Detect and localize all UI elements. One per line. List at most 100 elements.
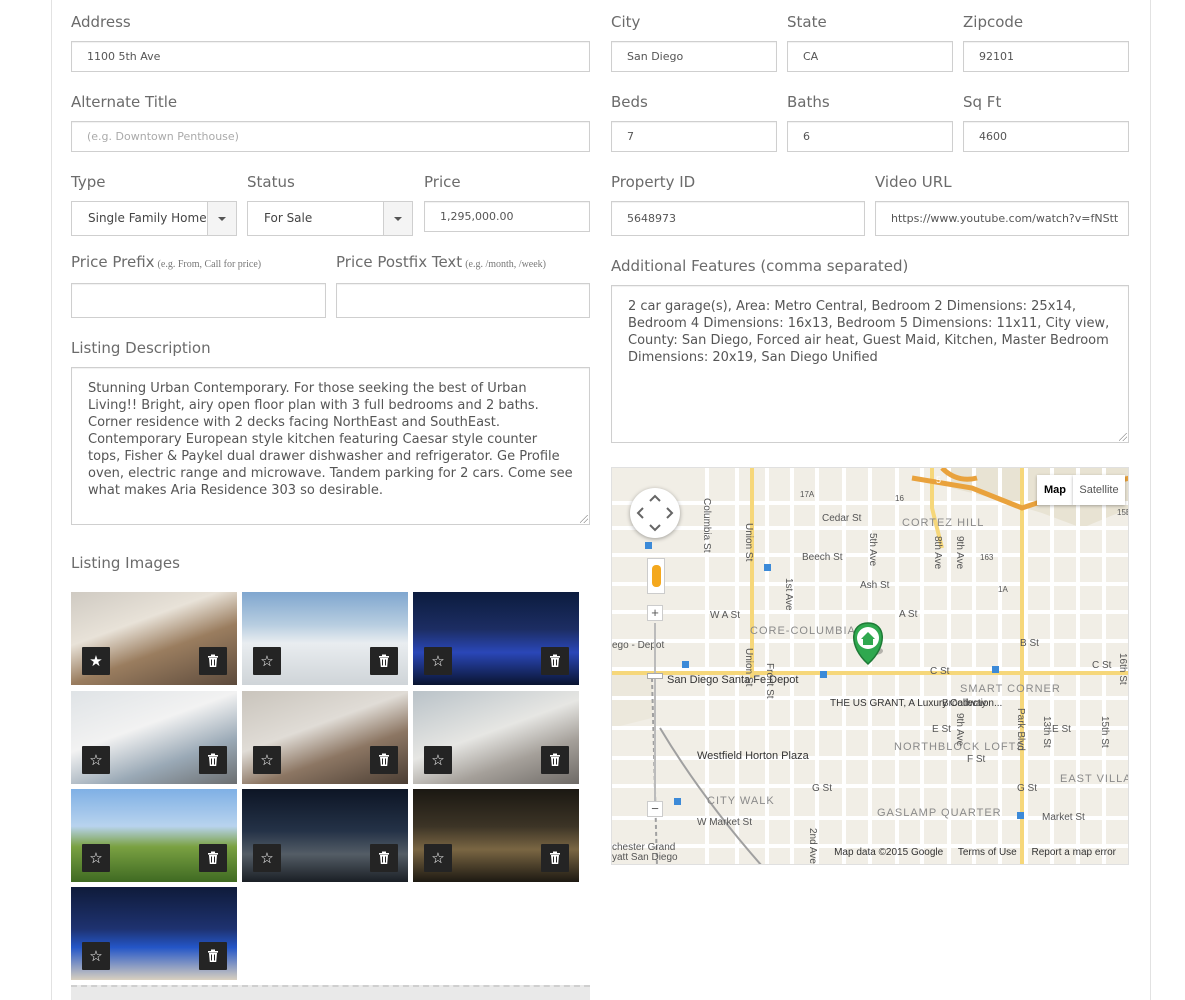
price-postfix-input[interactable] (336, 283, 590, 318)
listing-image-thumb[interactable]: ☆ (413, 691, 579, 784)
price-input[interactable]: 1,295,000.00 (424, 201, 590, 232)
listing-image-thumb[interactable]: ☆ (71, 691, 237, 784)
delete-trash-icon[interactable] (370, 844, 398, 872)
map-label-17a: 17A (800, 490, 815, 499)
video-url-label: Video URL (875, 173, 952, 191)
map-label-g-st-2: G St (1017, 783, 1037, 794)
street-view-pegman-icon[interactable] (647, 558, 665, 594)
alternate-title-input[interactable]: (e.g. Downtown Penthouse) (71, 121, 590, 152)
image-upload-dropzone[interactable] (71, 985, 590, 1000)
map-label-east-village: EAST VILLAGE (1060, 773, 1129, 785)
set-featured-star-icon[interactable]: ☆ (82, 844, 110, 872)
map-label-ash: Ash St (860, 580, 890, 591)
map-label-union-2: Union St (743, 648, 754, 687)
map-canvas[interactable]: Cedar St Beech St Ash St A St W A St B S… (612, 468, 1129, 865)
additional-features-label: Additional Features (comma separated) (611, 257, 909, 275)
baths-input[interactable]: 6 (787, 121, 953, 152)
price-postfix-label: Price Postfix Text (e.g. /month, /week) (336, 253, 546, 271)
map-label-union: Union St (743, 523, 754, 562)
map-label-15b: 15B (1117, 508, 1129, 517)
additional-features-textarea[interactable]: 2 car garage(s), Area: Metro Central, Be… (611, 285, 1129, 443)
property-id-input[interactable]: 5648973 (611, 201, 865, 236)
city-input[interactable]: San Diego (611, 41, 777, 72)
price-prefix-input[interactable] (71, 283, 326, 318)
chevron-down-icon (207, 202, 236, 235)
beds-input[interactable]: 7 (611, 121, 777, 152)
state-label: State (787, 13, 827, 31)
map-label-c-st-2: C St (1092, 660, 1112, 671)
sqft-input[interactable]: 4600 (963, 121, 1129, 152)
city-label: City (611, 13, 641, 31)
set-featured-star-icon[interactable]: ☆ (424, 647, 452, 675)
resize-grip-icon[interactable] (580, 515, 588, 523)
map-label-1a: 1A (998, 585, 1008, 594)
listing-image-thumb[interactable]: ☆ (71, 789, 237, 882)
zoom-in-button[interactable]: + (647, 605, 663, 621)
beds-label: Beds (611, 93, 648, 111)
address-input[interactable]: 1100 5th Ave (71, 41, 590, 72)
map-label-cortez-hill: CORTEZ HILL (902, 517, 984, 529)
listing-image-thumb[interactable]: ☆ (242, 789, 408, 882)
map-label-market: Market St (1042, 812, 1085, 823)
map-report-link[interactable]: Report a map error (1032, 847, 1116, 858)
delete-trash-icon[interactable] (541, 647, 569, 675)
map-label-depot-partial: ego - Depot (612, 640, 664, 651)
listing-description-label: Listing Description (71, 339, 211, 357)
listing-images-label: Listing Images (71, 554, 180, 572)
set-featured-star-icon[interactable]: ☆ (253, 647, 281, 675)
resize-grip-icon[interactable] (1119, 433, 1127, 441)
map-label-second: 2nd Ave (807, 828, 818, 864)
map-label-fifth: 5th Ave (867, 533, 878, 567)
delete-trash-icon[interactable] (370, 746, 398, 774)
delete-trash-icon[interactable] (199, 942, 227, 970)
delete-trash-icon[interactable] (541, 844, 569, 872)
zoom-slider-track[interactable] (654, 623, 656, 803)
map-label-b-st: B St (1020, 638, 1039, 649)
set-featured-star-icon[interactable]: ☆ (253, 746, 281, 774)
zipcode-label: Zipcode (963, 13, 1024, 31)
map-label-163: 163 (980, 553, 994, 562)
listing-image-thumb[interactable]: ☆ (242, 592, 408, 685)
listing-description-textarea[interactable]: Stunning Urban Contemporary. For those s… (71, 367, 590, 525)
map-label-cedar: Cedar St (822, 513, 862, 524)
price-postfix-label-text: Price Postfix Text (336, 253, 463, 271)
property-id-label: Property ID (611, 173, 696, 191)
listing-image-thumb[interactable]: ☆ (413, 789, 579, 882)
zoom-slider-handle[interactable] (647, 673, 663, 679)
set-featured-star-icon[interactable]: ☆ (424, 844, 452, 872)
listing-image-thumb[interactable]: ☆ (71, 887, 237, 980)
additional-features-text: 2 car garage(s), Area: Metro Central, Be… (628, 299, 1110, 365)
price-prefix-label-text: Price Prefix (71, 253, 155, 271)
delete-trash-icon[interactable] (541, 746, 569, 774)
zoom-out-button[interactable]: − (647, 801, 663, 817)
type-select-value: Single Family Home (88, 211, 207, 225)
map-type-map-button[interactable]: Map (1037, 475, 1073, 505)
map-type-satellite-button[interactable]: Satellite (1073, 475, 1125, 505)
map-label-i5: 5 (936, 475, 941, 485)
listing-image-thumb[interactable]: ☆ (242, 691, 408, 784)
map-pan-control[interactable] (630, 488, 680, 538)
state-input[interactable]: CA (787, 41, 953, 72)
map-terms-link[interactable]: Terms of Use (958, 847, 1017, 858)
map-label-e-st-2: E St (1052, 724, 1071, 735)
listing-image-thumb[interactable]: ☆ (413, 592, 579, 685)
delete-trash-icon[interactable] (199, 746, 227, 774)
zipcode-input[interactable]: 92101 (963, 41, 1129, 72)
featured-star-icon[interactable]: ★ (82, 647, 110, 675)
status-select-value: For Sale (264, 211, 313, 225)
set-featured-star-icon[interactable]: ☆ (82, 942, 110, 970)
video-url-input[interactable]: https://www.youtube.com/watch?v=fNStt (875, 201, 1129, 236)
set-featured-star-icon[interactable]: ☆ (82, 746, 110, 774)
delete-trash-icon[interactable] (370, 647, 398, 675)
type-select[interactable]: Single Family Home (71, 201, 237, 236)
location-map[interactable]: Cedar St Beech St Ash St A St W A St B S… (611, 467, 1129, 865)
status-select[interactable]: For Sale (247, 201, 413, 236)
map-label-park: Park Blvd (1015, 708, 1026, 751)
set-featured-star-icon[interactable]: ☆ (253, 844, 281, 872)
listing-image-thumb[interactable]: ★ (71, 592, 237, 685)
set-featured-star-icon[interactable]: ☆ (424, 746, 452, 774)
delete-trash-icon[interactable] (199, 844, 227, 872)
delete-trash-icon[interactable] (199, 647, 227, 675)
price-prefix-label: Price Prefix (e.g. From, Call for price) (71, 253, 261, 271)
map-label-columbia: Columbia St (701, 498, 712, 553)
